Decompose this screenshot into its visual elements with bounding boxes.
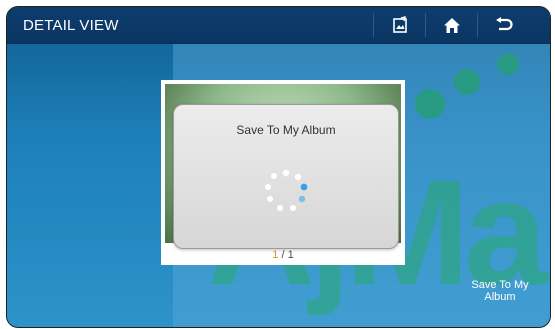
toolbar-divider bbox=[477, 13, 478, 37]
photo-counter-total: / 1 bbox=[278, 249, 294, 261]
back-arrow-icon bbox=[496, 17, 513, 31]
page-title: DETAIL VIEW bbox=[23, 17, 119, 34]
toolbar-divider bbox=[373, 13, 374, 37]
top-bar: DETAIL VIEW bbox=[7, 7, 550, 44]
watermark-dot bbox=[415, 89, 445, 119]
edit-photo-button[interactable] bbox=[377, 7, 423, 43]
app-window: AjMa DETAIL VIEW 1 / 1 bbox=[6, 6, 551, 328]
edit-photo-icon bbox=[393, 16, 407, 33]
save-progress-dialog: Save To My Album bbox=[173, 104, 399, 249]
home-button[interactable] bbox=[429, 7, 475, 43]
photo-counter: 1 / 1 bbox=[161, 249, 405, 261]
loading-spinner-icon bbox=[265, 169, 308, 211]
watermark-dot bbox=[497, 53, 519, 75]
toolbar-divider bbox=[425, 13, 426, 37]
watermark-dot bbox=[454, 69, 480, 95]
dialog-message: Save To My Album bbox=[236, 123, 336, 137]
home-icon bbox=[444, 17, 460, 33]
back-button[interactable] bbox=[481, 7, 527, 43]
save-to-album-button[interactable]: Save To My Album bbox=[465, 279, 535, 303]
